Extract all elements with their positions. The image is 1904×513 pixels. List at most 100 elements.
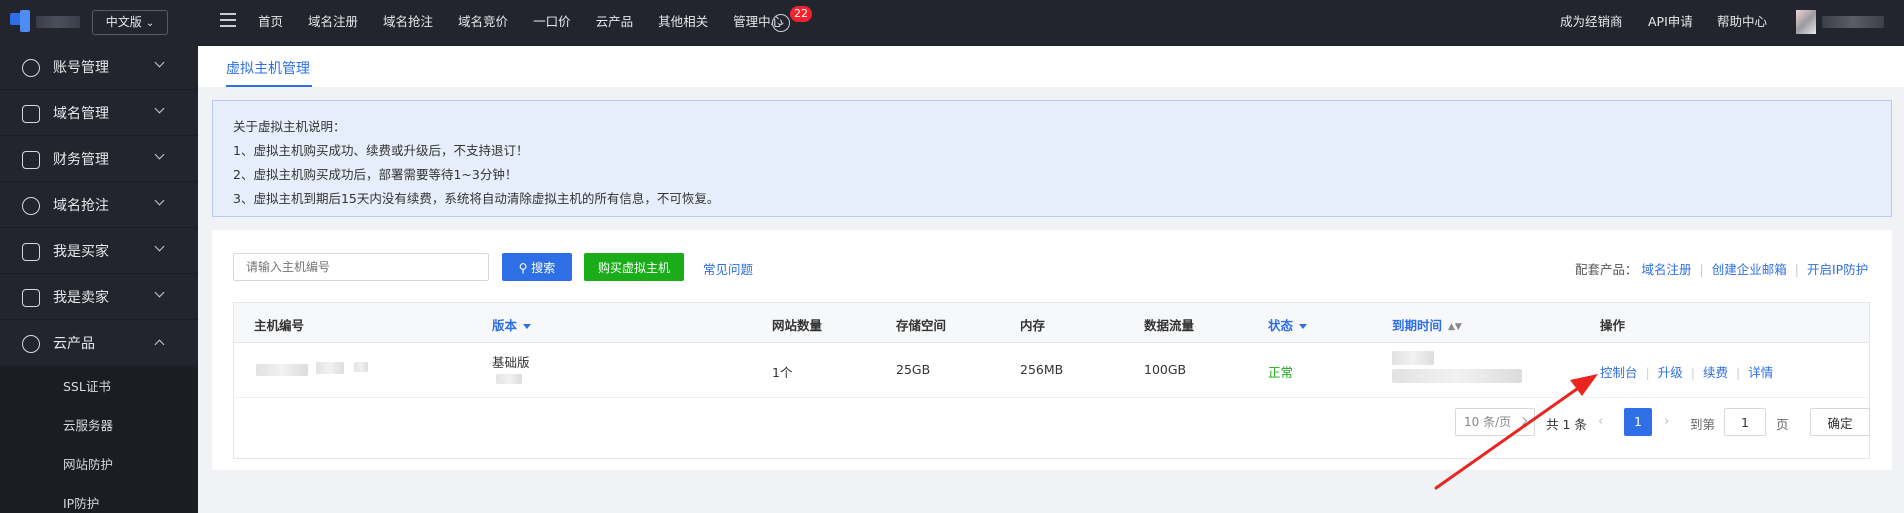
link-become-dealer[interactable]: 成为经销商 [1560, 0, 1623, 46]
page-size-select[interactable]: 10 条/页 [1455, 408, 1535, 436]
link-api-apply[interactable]: API申请 [1648, 0, 1693, 46]
col-version-label: 版本 [492, 318, 518, 333]
sidebar-item-label: 域名管理 [53, 106, 109, 122]
col-version[interactable]: 版本 [492, 315, 532, 334]
cloud-icon [22, 335, 40, 353]
chevron-down-icon [154, 57, 165, 68]
addons-label: 配套产品： [1575, 262, 1638, 277]
nav-cloud-products[interactable]: 云产品 [596, 0, 634, 46]
page-unit-label: 页 [1776, 417, 1789, 432]
sidebar-item-label: 我是卖家 [53, 290, 109, 306]
col-storage: 存储空间 [896, 318, 947, 333]
shop-icon [22, 289, 40, 307]
expire-date-blurred [1392, 351, 1434, 365]
sidebar-item-buyer[interactable]: 我是买家 [0, 230, 198, 274]
filter-down-icon [1299, 324, 1308, 329]
username-blurred[interactable] [1822, 16, 1884, 28]
col-actions: 操作 [1600, 318, 1626, 333]
console-link[interactable]: 控制台 [1600, 365, 1638, 380]
sidebar-item-domain-snapup[interactable]: 域名抢注 [0, 184, 198, 228]
goto-page-input[interactable] [1724, 408, 1766, 436]
sidebar-sub-web-protect[interactable]: 网站防护 [0, 445, 198, 484]
tab-virtual-host[interactable]: 虚拟主机管理 [226, 58, 310, 78]
chevron-down-icon [154, 149, 165, 160]
col-memory: 内存 [1020, 318, 1046, 333]
logo[interactable] [10, 10, 82, 34]
host-id-blurred [256, 364, 308, 376]
clock-icon [22, 197, 40, 215]
prev-page-icon[interactable]: ‹ [1598, 414, 1603, 429]
search-button[interactable]: ⚲ 搜索 [502, 253, 572, 281]
language-label: 中文版 [105, 15, 142, 29]
sidebar-item-label: 域名抢注 [53, 198, 109, 214]
sidebar-item-domain-manage[interactable]: 域名管理 [0, 92, 198, 136]
notice-title: 关于虚拟主机说明： [233, 119, 346, 134]
sidebar-item-label: 云产品 [53, 336, 95, 352]
col-site-count: 网站数量 [772, 318, 823, 333]
upgrade-link[interactable]: 升级 [1658, 365, 1683, 380]
notice-box: 关于虚拟主机说明： 1、虚拟主机购买成功、续费或升级后，不支持退订！ 2、虚拟主… [212, 100, 1892, 217]
confirm-page-button[interactable]: 确定 [1810, 408, 1870, 436]
sidebar-item-finance[interactable]: 财务管理 [0, 138, 198, 182]
host-id-blurred [354, 362, 368, 372]
notification-badge: 22 [790, 6, 812, 22]
notification-icon[interactable] [772, 14, 790, 32]
sidebar: 账号管理 域名管理 财务管理 域名抢注 我是买家 我是卖家 云产品 SSL证书 … [0, 46, 198, 513]
logo-mark-tall [20, 10, 30, 32]
version-value: 基础版 [492, 355, 530, 370]
link-help-center[interactable]: 帮助中心 [1717, 0, 1767, 46]
host-id-blurred [316, 362, 344, 374]
buy-virtual-host-button[interactable]: 购买虚拟主机 [584, 253, 684, 281]
nav-domain-snapup[interactable]: 域名抢注 [383, 0, 433, 46]
col-status[interactable]: 状态 [1268, 315, 1308, 334]
table-header: 主机编号 版本 网站数量 存储空间 内存 数据流量 状态 到期时间 ▲▼ 操作 [234, 303, 1869, 343]
cart-icon [22, 243, 40, 261]
col-expire[interactable]: 到期时间 ▲▼ [1392, 315, 1462, 334]
faq-link[interactable]: 常见问题 [703, 259, 753, 278]
sidebar-sub-ssl[interactable]: SSL证书 [0, 367, 198, 406]
notice-line: 3、虚拟主机到期后15天内没有续费，系统将自动清除虚拟主机的所有信息，不可恢复。 [233, 191, 720, 206]
storage-value: 25GB [896, 362, 931, 377]
avatar[interactable] [1796, 10, 1816, 34]
addon-domain-register[interactable]: 域名注册 [1642, 262, 1692, 277]
row-actions: 控制台 | 升级 | 续费 | 详情 [1600, 365, 1774, 380]
notice-line: 2、虚拟主机购买成功后，部署需要等待1~3分钟！ [233, 167, 518, 182]
top-nav: 首页 域名注册 域名抢注 域名竞价 一口价 云产品 其他相关 管理中心 [258, 0, 808, 46]
next-page-icon[interactable]: › [1664, 414, 1669, 429]
chevron-down-icon [154, 195, 165, 206]
sidebar-item-label: 财务管理 [53, 152, 109, 168]
tab-bar: 虚拟主机管理 [198, 46, 1904, 87]
nav-domain-register[interactable]: 域名注册 [308, 0, 358, 46]
chevron-down-icon: ⌄ [145, 18, 155, 29]
status-badge: 正常 [1268, 365, 1294, 380]
nav-home[interactable]: 首页 [258, 0, 283, 46]
sidebar-item-cloud[interactable]: 云产品 [0, 322, 198, 366]
nav-others[interactable]: 其他相关 [658, 0, 708, 46]
renew-link[interactable]: 续费 [1703, 365, 1728, 380]
language-select[interactable]: 中文版 ⌄ [92, 10, 168, 35]
nav-domain-auction[interactable]: 域名竞价 [458, 0, 508, 46]
search-button-label: 搜索 [531, 260, 556, 275]
site-count-value: 1个 [772, 365, 793, 380]
layers-icon [22, 105, 40, 123]
expire-date-blurred [1392, 369, 1522, 383]
sidebar-sub-ip-protect[interactable]: IP防护 [0, 484, 198, 513]
search-input[interactable] [233, 253, 489, 281]
menu-toggle-icon[interactable] [220, 13, 236, 31]
sidebar-sub-cloud-server[interactable]: 云服务器 [0, 406, 198, 445]
memory-value: 256MB [1020, 362, 1064, 377]
addon-enterprise-mail[interactable]: 创建企业邮箱 [1712, 262, 1787, 277]
logo-text-blurred [36, 16, 80, 28]
addon-products: 配套产品： 域名注册 | 创建企业邮箱 | 开启IP防护 [1575, 262, 1869, 277]
sidebar-item-label: 我是买家 [53, 244, 109, 260]
total-count: 共 1 条 [1546, 417, 1587, 432]
sidebar-item-account[interactable]: 账号管理 [0, 46, 198, 90]
sidebar-item-seller[interactable]: 我是卖家 [0, 276, 198, 320]
addon-ip-protection[interactable]: 开启IP防护 [1807, 262, 1868, 277]
goto-label: 到第 [1690, 417, 1716, 432]
page-current[interactable]: 1 [1624, 408, 1652, 436]
traffic-value: 100GB [1144, 362, 1187, 377]
col-traffic: 数据流量 [1144, 318, 1195, 333]
nav-fixed-price[interactable]: 一口价 [533, 0, 571, 46]
details-link[interactable]: 详情 [1748, 365, 1773, 380]
